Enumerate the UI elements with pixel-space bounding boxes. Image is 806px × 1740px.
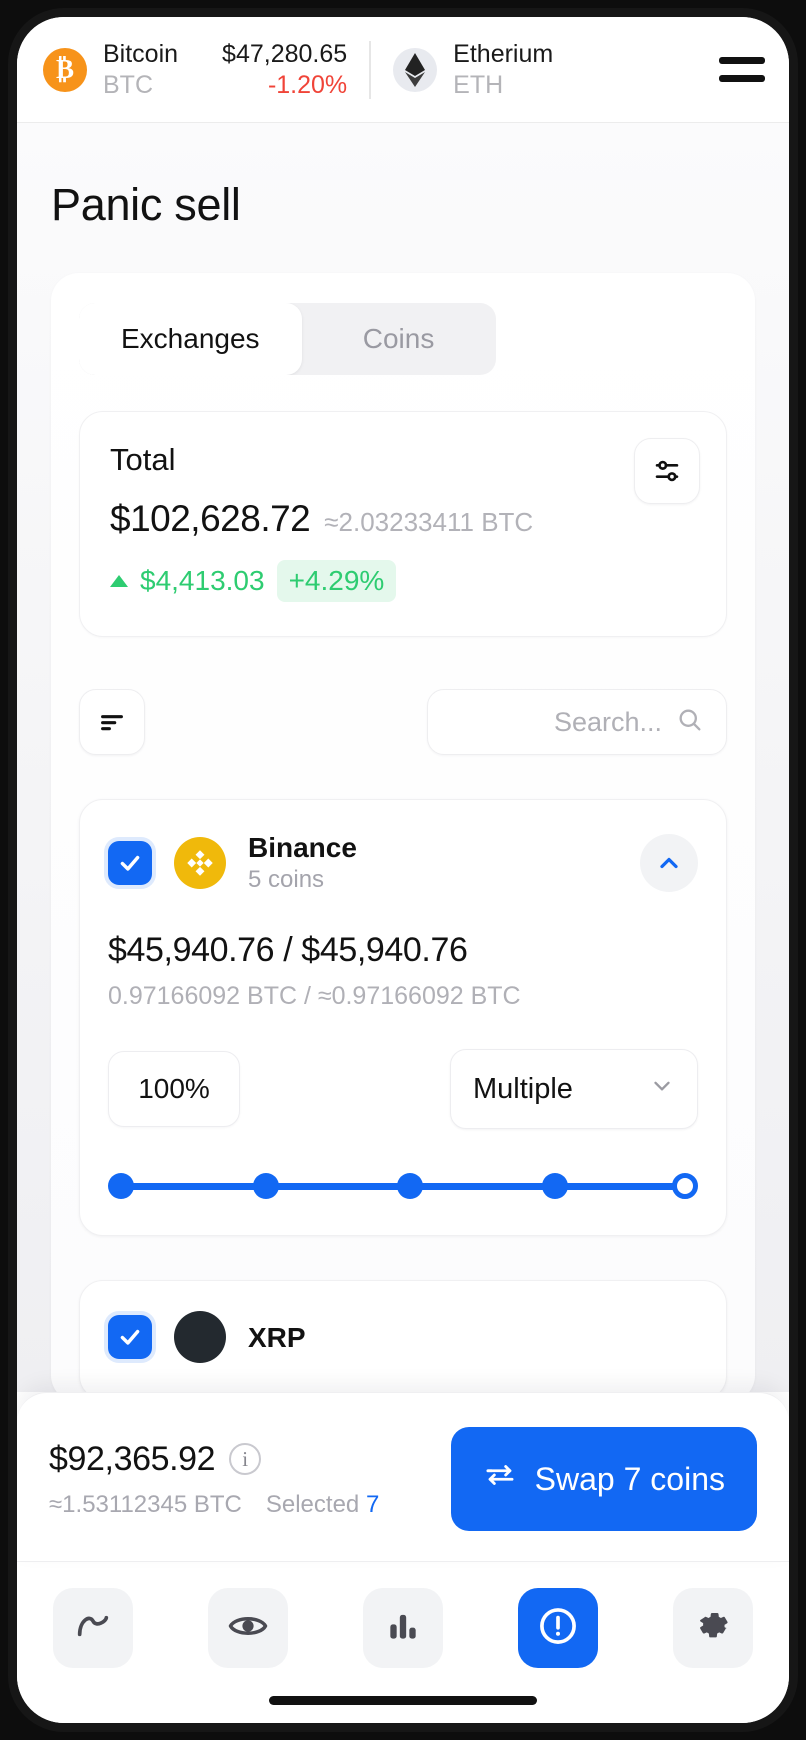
tab-exchanges[interactable]: Exchanges — [79, 303, 302, 375]
ticker-coin-change: -1.20% — [267, 70, 348, 99]
nav-item-activity[interactable] — [53, 1588, 133, 1668]
slider-stop-50[interactable] — [397, 1173, 424, 1199]
sliders-icon[interactable] — [634, 438, 700, 504]
total-change-percent: +4.29% — [276, 560, 397, 602]
summary-selected: Selected 7 — [266, 1491, 379, 1519]
gear-icon — [693, 1606, 733, 1651]
exchange-amount: $45,940.76 / $45,940.76 — [108, 931, 468, 969]
summary-btc: ≈1.53112345 BTC — [49, 1490, 242, 1518]
swap-button-label: Swap 7 coins — [534, 1460, 725, 1497]
burger-line — [719, 75, 765, 82]
amount-slider[interactable] — [108, 1173, 698, 1199]
ticker-divider — [369, 40, 372, 99]
ticker-coin-price: $47,280.65 — [222, 40, 348, 68]
search-box[interactable] — [427, 689, 727, 755]
percent-input[interactable]: 100% — [108, 1051, 240, 1127]
exchange-coin-count: 5 coins — [248, 866, 325, 893]
exchange-name: Binance — [248, 832, 357, 863]
eye-icon — [227, 1605, 269, 1652]
xrp-icon — [174, 1311, 226, 1363]
sort-icon[interactable] — [79, 689, 145, 755]
bottom-navigation — [17, 1561, 789, 1686]
nav-item-watchlist[interactable] — [208, 1588, 288, 1668]
bar-chart-icon — [384, 1607, 422, 1650]
slider-stop-25[interactable] — [252, 1173, 279, 1199]
page-body: Panic sell Exchanges Coins Total $102,62… — [17, 123, 789, 1392]
trend-up-icon — [110, 575, 128, 587]
home-indicator — [17, 1686, 789, 1723]
bitcoin-icon: ₿ — [43, 47, 87, 92]
total-change-value: $4,413.03 — [140, 565, 265, 596]
mode-select-value: Multiple — [473, 1072, 573, 1105]
segmented-tabs: Exchanges Coins — [79, 303, 496, 375]
exchange-card-xrp: XRP — [79, 1280, 727, 1392]
alert-circle-icon — [537, 1605, 579, 1652]
burger-line — [719, 57, 765, 64]
exchange-checkbox[interactable] — [108, 1315, 152, 1359]
ticker-coin-name: Bitcoin — [103, 40, 179, 68]
mode-select[interactable]: Multiple — [450, 1049, 698, 1129]
ticker-coin-name: Etherium — [453, 40, 554, 68]
nav-item-panic[interactable] — [518, 1588, 598, 1668]
binance-icon — [174, 836, 226, 889]
exchange-card-header: Binance 5 coins — [108, 830, 698, 895]
chevron-up-icon[interactable] — [640, 833, 698, 892]
tab-coins[interactable]: Coins — [302, 303, 496, 375]
hamburger-menu-icon[interactable] — [719, 50, 765, 90]
total-card: Total $102,628.72 ≈2.03233411 BTC $4,413… — [79, 411, 727, 637]
slider-stop-75[interactable] — [541, 1173, 568, 1199]
ticker-item-bitcoin[interactable]: ₿ Bitcoin BTC $47,280.65 -1.20% — [43, 39, 347, 100]
swap-arrows-icon — [483, 1458, 517, 1500]
slider-stop-0[interactable] — [108, 1173, 134, 1199]
panic-sell-panel: Exchanges Coins Total $102,628.72 ≈2.032… — [51, 273, 755, 1392]
info-icon[interactable]: i — [229, 1443, 262, 1475]
exchange-name: XRP — [248, 1321, 306, 1353]
slider-handle[interactable] — [672, 1173, 698, 1199]
summary-selected-label: Selected — [265, 1490, 360, 1518]
pulse-icon — [73, 1606, 113, 1651]
exchange-checkbox[interactable] — [108, 840, 152, 885]
ticker-item-ethereum[interactable]: Etherium ETH — [393, 39, 553, 100]
total-label: Total — [110, 442, 176, 477]
search-icon — [676, 706, 704, 739]
total-btc-equivalent: ≈2.03233411 BTC — [324, 507, 534, 537]
selection-summary-bar: $92,365.92 i ≈1.53112345 BTC Selected 7 — [17, 1392, 789, 1561]
page-title: Panic sell — [51, 179, 241, 230]
summary-amount: $92,365.92 — [49, 1439, 216, 1478]
exchange-btc-amount: 0.97166092 BTC / ≈0.97166092 BTC — [108, 982, 521, 1010]
ticker-coin-symbol: ETH — [453, 70, 504, 99]
exchange-card-binance: Binance 5 coins $45,940.76 / $45,940.76 … — [79, 799, 727, 1236]
exchange-controls: 100% Multiple — [108, 1049, 698, 1129]
list-toolbar — [79, 689, 727, 755]
nav-item-settings[interactable] — [673, 1588, 753, 1668]
market-ticker-bar: ₿ Bitcoin BTC $47,280.65 -1.20% Etherium… — [17, 17, 789, 123]
swap-button[interactable]: Swap 7 coins — [450, 1427, 757, 1531]
chevron-down-icon — [649, 1072, 675, 1106]
nav-item-stats[interactable] — [363, 1588, 443, 1668]
ticker-coin-symbol: BTC — [103, 70, 153, 99]
summary-selected-count: 7 — [365, 1490, 380, 1518]
total-amount: $102,628.72 — [110, 498, 311, 539]
search-input[interactable] — [482, 706, 662, 738]
phone-frame: ₿ Bitcoin BTC $47,280.65 -1.20% Etherium… — [8, 8, 798, 1732]
ethereum-icon — [393, 47, 438, 92]
